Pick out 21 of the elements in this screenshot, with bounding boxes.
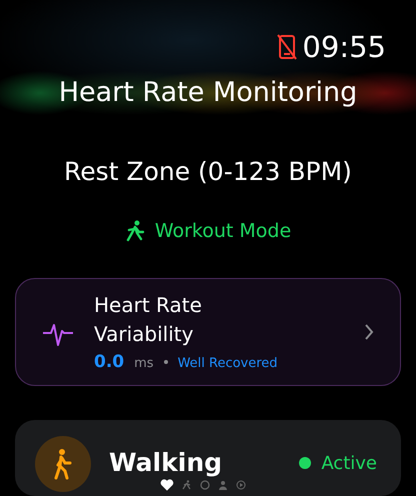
circle-icon[interactable] [200, 480, 210, 490]
page-title: Heart Rate Monitoring [58, 76, 358, 110]
clock-time: 09:55 [302, 30, 386, 64]
runner-icon[interactable] [182, 480, 192, 490]
workout-mode-label: Workout Mode [154, 220, 292, 242]
activity-status: Active [321, 452, 377, 474]
heart-rate-zone: Rest Zone (0-123 BPM) [64, 156, 352, 188]
person-icon[interactable] [218, 480, 228, 490]
activity-card[interactable]: Walking Active [15, 420, 401, 496]
walker-icon [52, 448, 74, 480]
hrv-value: 0.0 [94, 352, 124, 372]
hrv-unit: ms [134, 356, 154, 372]
hrv-card[interactable]: Heart Rate Variability 0.0 ms Well Recovered [15, 278, 401, 386]
separator-dot [164, 360, 168, 364]
chevron-right-icon [364, 322, 374, 341]
activity-name: Walking [109, 448, 224, 477]
heart-icon[interactable] [160, 478, 174, 492]
recovery-status: Well Recovered [178, 356, 278, 372]
hrv-title: Heart Rate Variability [94, 292, 203, 348]
play-icon[interactable] [236, 480, 246, 490]
runner-icon [124, 220, 145, 242]
